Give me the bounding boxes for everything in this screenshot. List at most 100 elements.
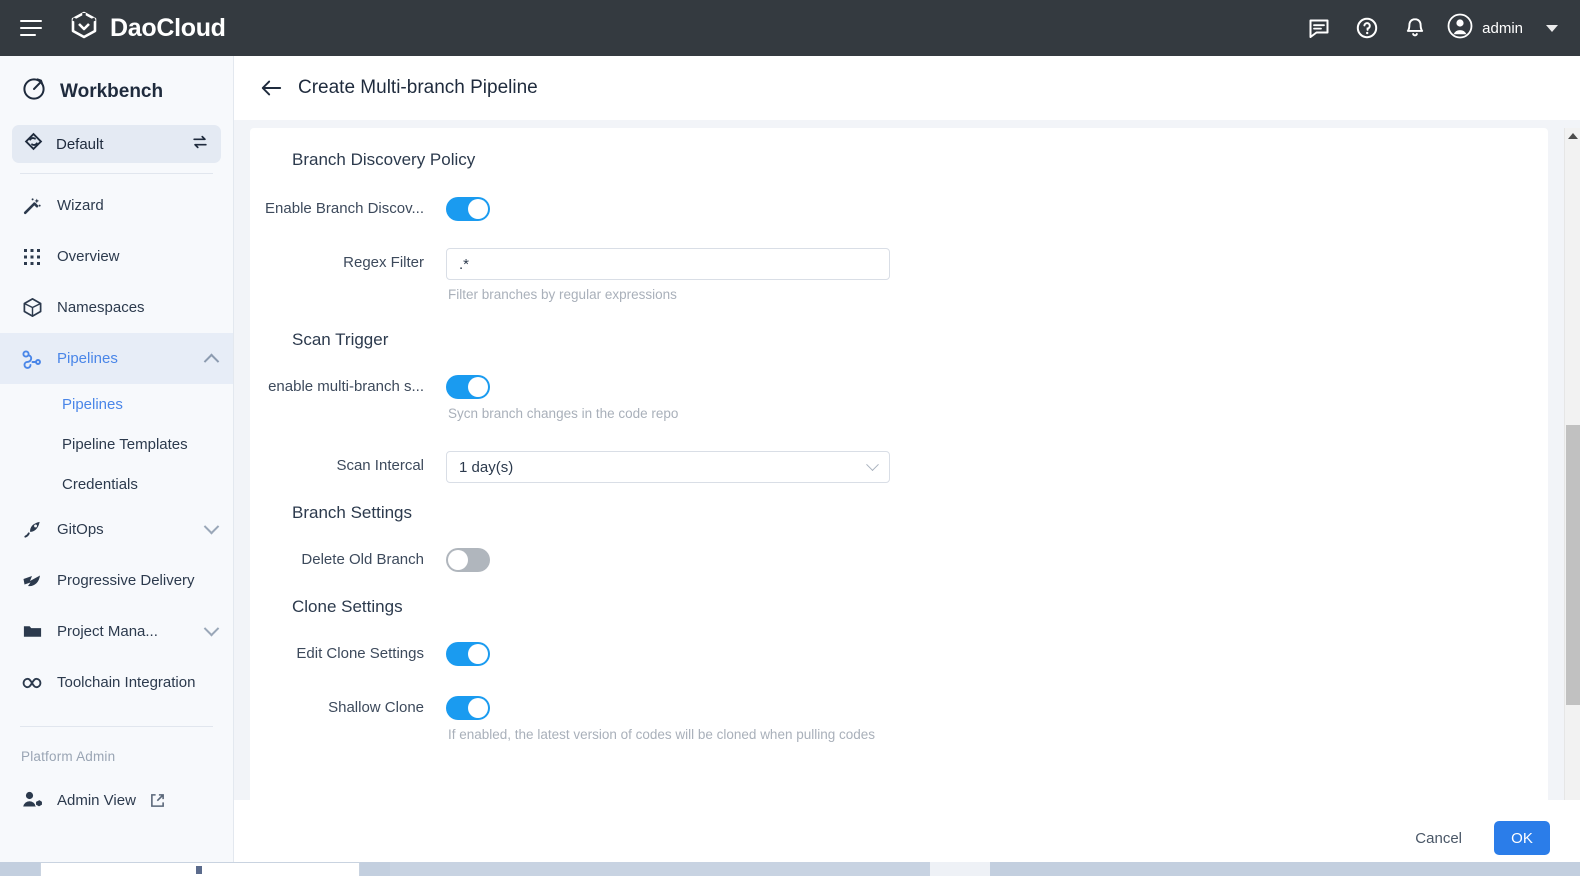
sidebar-subitem-pipeline-templates[interactable]: Pipeline Templates	[0, 424, 233, 464]
cancel-button[interactable]: Cancel	[1405, 822, 1472, 855]
help-icon[interactable]	[1343, 4, 1391, 52]
chevron-down-icon[interactable]	[866, 458, 879, 471]
sidebar-subitem-credentials[interactable]: Credentials	[0, 464, 233, 504]
vertical-scrollbar[interactable]	[1564, 128, 1580, 856]
field-label: enable multi-branch s...	[250, 370, 446, 404]
sidebar-item-namespaces[interactable]: Namespaces	[0, 282, 233, 333]
sidebar-subitem-label: Pipeline Templates	[62, 436, 188, 453]
sidebar-item-label: GitOps	[57, 521, 192, 538]
section-title-scan-trigger: Scan Trigger	[250, 330, 1548, 350]
sidebar-item-gitops[interactable]: GitOps	[0, 504, 233, 555]
os-strip-marker	[196, 866, 202, 874]
regex-filter-input[interactable]	[446, 248, 890, 280]
toggle-delete-old-branch[interactable]	[446, 548, 490, 572]
ok-button[interactable]: OK	[1494, 821, 1550, 855]
sidebar: Workbench Default Wizard	[0, 56, 234, 876]
pipeline-icon	[21, 348, 43, 370]
sidebar-item-project-management[interactable]: Project Mana...	[0, 606, 233, 657]
field-label: Edit Clone Settings	[250, 637, 446, 671]
toggle-knob	[468, 698, 488, 718]
chevron-up-icon[interactable]	[204, 354, 220, 370]
chevron-down-icon[interactable]	[204, 519, 220, 535]
admin-user-icon	[21, 789, 43, 811]
wand-icon	[21, 196, 43, 216]
external-link-icon[interactable]	[150, 793, 165, 808]
switch-icon[interactable]	[191, 133, 209, 156]
sidebar-item-label: Toolchain Integration	[57, 674, 217, 691]
scan-interval-value: 1 day(s)	[459, 459, 868, 476]
toggle-knob	[468, 377, 488, 397]
field-enable-branch-discovery: Enable Branch Discov...	[250, 192, 1548, 226]
avatar	[1447, 13, 1473, 44]
chevron-down-icon[interactable]	[1546, 25, 1558, 32]
chevron-down-icon[interactable]	[204, 621, 220, 637]
brand-name: DaoCloud	[110, 14, 226, 43]
field-label: Regex Filter	[250, 246, 446, 280]
sidebar-bottom-filler	[0, 846, 234, 862]
toggle-edit-clone-settings[interactable]	[446, 642, 490, 666]
workbench-icon	[21, 76, 47, 107]
sidebar-item-wizard[interactable]: Wizard	[0, 180, 233, 231]
sidebar-subitem-label: Credentials	[62, 476, 138, 493]
field-shallow-clone: Shallow Clone If enabled, the latest ver…	[250, 691, 1548, 742]
scrollbar-thumb[interactable]	[1566, 425, 1580, 705]
os-taskbar-strip	[0, 862, 1580, 876]
toggle-enable-multibranch-scan[interactable]	[446, 375, 490, 399]
page-header: Create Multi-branch Pipeline	[234, 56, 1580, 120]
toggle-knob	[448, 550, 468, 570]
os-strip-segment	[990, 862, 1580, 876]
sidebar-divider-bottom	[20, 726, 213, 727]
rocket-icon	[21, 519, 43, 540]
sidebar-item-label: Admin View	[57, 792, 136, 809]
workbench-header[interactable]: Workbench	[0, 56, 233, 125]
user-name: admin	[1482, 20, 1523, 37]
sidebar-item-overview[interactable]: Overview	[0, 231, 233, 282]
toggle-enable-branch-discovery[interactable]	[446, 197, 490, 221]
field-scan-interval: Scan Intercal 1 day(s)	[250, 449, 1548, 483]
grid-icon	[21, 248, 43, 266]
workspace-selector[interactable]: Default	[12, 125, 221, 163]
sidebar-item-label: Project Mana...	[57, 623, 192, 640]
workbench-title: Workbench	[60, 81, 163, 103]
field-enable-multibranch-scan: enable multi-branch s... Sycn branch cha…	[250, 370, 1548, 421]
sidebar-item-label: Overview	[57, 248, 217, 265]
field-label: Delete Old Branch	[250, 543, 446, 577]
form-body: Branch Discovery Policy Enable Branch Di…	[250, 128, 1548, 742]
brand-logo[interactable]: DaoCloud	[68, 10, 226, 47]
scan-interval-select[interactable]: 1 day(s)	[446, 451, 890, 483]
sidebar-item-pipelines[interactable]: Pipelines	[0, 333, 233, 384]
folder-icon	[21, 621, 43, 642]
back-arrow-icon[interactable]	[260, 78, 282, 98]
form-card: Branch Discovery Policy Enable Branch Di…	[250, 128, 1548, 856]
main-content: Create Multi-branch Pipeline Branch Disc…	[234, 56, 1580, 876]
field-regex-filter: Regex Filter Filter branches by regular …	[250, 246, 1548, 302]
os-strip-segment	[390, 862, 930, 876]
toggle-knob	[468, 644, 488, 664]
bell-icon[interactable]	[1391, 4, 1439, 52]
section-title-branch-settings: Branch Settings	[250, 503, 1548, 523]
section-title-branch-discovery: Branch Discovery Policy	[250, 150, 1548, 170]
sidebar-item-toolchain-integration[interactable]: Toolchain Integration	[0, 657, 233, 708]
field-label: Enable Branch Discov...	[250, 192, 446, 226]
scroll-up-arrow-icon[interactable]	[1565, 128, 1580, 144]
field-hint: Sycn branch changes in the code repo	[446, 406, 1548, 421]
infinity-icon	[21, 674, 43, 692]
daocloud-cube-icon	[68, 10, 100, 47]
sidebar-item-label: Wizard	[57, 197, 217, 214]
hamburger-icon[interactable]	[20, 20, 42, 36]
field-delete-old-branch: Delete Old Branch	[250, 543, 1548, 577]
bird-icon	[21, 570, 43, 592]
sidebar-subitem-pipelines[interactable]: Pipelines	[0, 384, 233, 424]
toggle-knob	[468, 199, 488, 219]
os-strip-segment	[930, 862, 990, 876]
chat-icon[interactable]	[1295, 4, 1343, 52]
sidebar-item-label: Namespaces	[57, 299, 217, 316]
sidebar-section-label: Platform Admin	[0, 733, 233, 776]
user-menu[interactable]: admin	[1439, 13, 1564, 44]
workspace-icon	[24, 132, 43, 156]
page-title: Create Multi-branch Pipeline	[298, 77, 538, 99]
sidebar-item-admin-view[interactable]: Admin View	[0, 776, 233, 824]
sidebar-item-progressive-delivery[interactable]: Progressive Delivery	[0, 555, 233, 606]
toggle-shallow-clone[interactable]	[446, 696, 490, 720]
sidebar-subitem-label: Pipelines	[62, 396, 123, 413]
